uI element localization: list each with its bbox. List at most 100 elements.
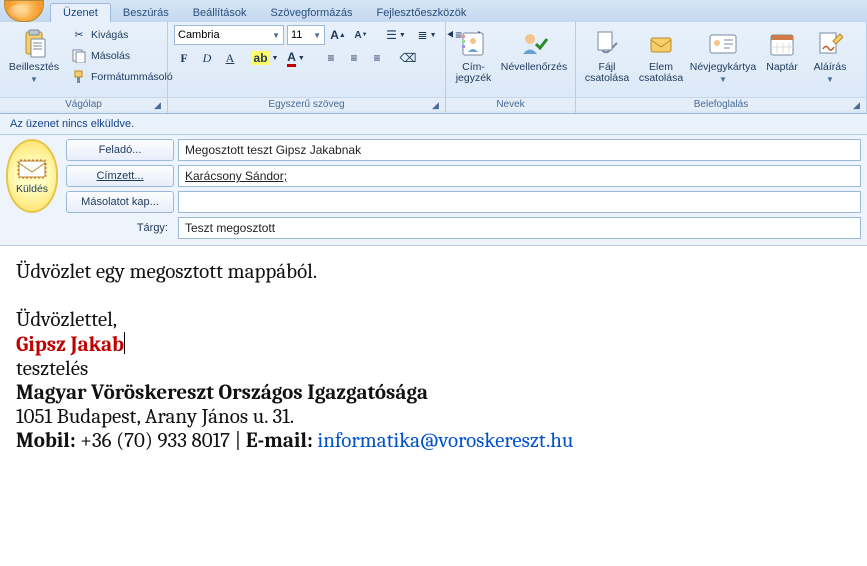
- align-center-button[interactable]: ≡: [344, 48, 364, 68]
- align-center-icon: ≡: [350, 51, 357, 65]
- message-header: Küldés Feladó... Megosztott teszt Gipsz …: [0, 135, 867, 246]
- ribbon: Beillesztés ▼ ✂ Kivágás Másolás: [0, 22, 867, 114]
- cc-button-label: Másolatot kap...: [81, 196, 159, 208]
- cut-button[interactable]: ✂ Kivágás: [66, 25, 178, 45]
- signature-role: tesztelés: [16, 357, 851, 381]
- numbering-icon: ≣: [418, 28, 428, 42]
- group-names-title: Nevek: [446, 97, 575, 111]
- to-value: Karácsony Sándor;: [185, 169, 287, 183]
- signature-button[interactable]: Aláírás ▼: [808, 25, 852, 85]
- from-button-label: Feladó...: [99, 144, 142, 156]
- align-right-button[interactable]: ≡: [367, 48, 387, 68]
- bullets-icon: ☰: [386, 28, 397, 42]
- font-color-button[interactable]: A▼: [282, 48, 310, 68]
- signature-org: Magyar Vöröskereszt Országos Igazgatóság…: [16, 381, 851, 405]
- brush-icon: [71, 69, 87, 85]
- check-names-button[interactable]: Névellenőrzés: [499, 25, 569, 74]
- paste-label: Beillesztés: [9, 62, 59, 73]
- bold-button[interactable]: F: [174, 48, 194, 68]
- align-right-icon: ≡: [373, 51, 380, 65]
- calendar-button[interactable]: Naptár: [760, 25, 804, 74]
- tab-developer[interactable]: Fejlesztőeszközök: [364, 4, 478, 22]
- attach-item-label: Elem csatolása: [639, 62, 683, 84]
- send-button[interactable]: Küldés: [6, 139, 58, 213]
- format-painter-label: Formátummásoló: [91, 71, 173, 83]
- paste-icon: [18, 28, 50, 60]
- underline-button[interactable]: A: [220, 48, 240, 68]
- subject-field[interactable]: Teszt megosztott: [178, 217, 861, 239]
- chevron-down-icon: ▼: [826, 75, 834, 84]
- address-book-icon: [458, 28, 490, 60]
- business-card-icon: [707, 28, 739, 60]
- copy-button[interactable]: Másolás: [66, 46, 178, 66]
- align-left-button[interactable]: ≡: [321, 48, 341, 68]
- chevron-down-icon: ▼: [313, 31, 321, 40]
- scissors-icon: ✂: [71, 27, 87, 43]
- cut-label: Kivágás: [91, 29, 128, 41]
- ribbon-tabs: Üzenet Beszúrás Beállítások Szövegformáz…: [50, 0, 478, 22]
- basic-text-dialog-launcher[interactable]: ◢: [432, 100, 442, 110]
- attach-file-button[interactable]: Fájl csatolása: [582, 25, 632, 85]
- font-size-combo[interactable]: 11 ▼: [287, 25, 325, 45]
- group-include-title: Belefoglalás: [576, 97, 866, 111]
- grow-font-button[interactable]: A▲: [328, 25, 348, 45]
- chevron-down-icon: ▼: [719, 75, 727, 84]
- chevron-down-icon: ▼: [272, 31, 280, 40]
- check-names-label: Névellenőrzés: [501, 62, 568, 73]
- tab-options[interactable]: Beállítások: [181, 4, 259, 22]
- chevron-down-icon: ▼: [30, 75, 38, 84]
- signature-address: 1051 Budapest, Arany János u. 31.: [16, 405, 851, 429]
- cc-button[interactable]: Másolatot kap...: [66, 191, 174, 213]
- font-color-icon: A: [287, 50, 296, 67]
- signature-name: Gipsz Jakab: [16, 333, 124, 357]
- mobile-label: Mobil:: [16, 429, 76, 453]
- business-card-button[interactable]: Névjegykártya ▼: [690, 25, 756, 85]
- paste-button[interactable]: Beillesztés ▼: [6, 25, 62, 85]
- office-button[interactable]: [4, 0, 44, 22]
- clipboard-dialog-launcher[interactable]: ◢: [154, 100, 164, 110]
- mobile-value: +36 (70) 933 8017 |: [76, 429, 246, 453]
- copy-icon: [71, 48, 87, 64]
- from-field[interactable]: Megosztott teszt Gipsz Jakabnak: [178, 139, 861, 161]
- bullets-button[interactable]: ☰▼: [382, 25, 410, 45]
- business-card-label: Névjegykártya: [690, 62, 757, 73]
- cc-field[interactable]: [178, 191, 861, 213]
- info-bar: Az üzenet nincs elküldve.: [0, 114, 867, 135]
- align-left-icon: ≡: [327, 51, 334, 65]
- address-book-button[interactable]: Cím-jegyzék: [452, 25, 495, 85]
- attach-file-label: Fájl csatolása: [585, 62, 629, 84]
- clear-formatting-button[interactable]: ⌫: [398, 48, 418, 68]
- group-clipboard-title: Vágólap: [0, 97, 167, 111]
- attach-item-button[interactable]: Elem csatolása: [636, 25, 686, 85]
- message-body[interactable]: Üdvözlet egy megosztott mappából. Üdvözl…: [0, 246, 867, 566]
- subject-value: Teszt megosztott: [185, 221, 275, 235]
- font-name-combo[interactable]: Cambria ▼: [174, 25, 284, 45]
- send-label: Küldés: [16, 183, 48, 195]
- format-painter-button[interactable]: Formátummásoló: [66, 67, 178, 87]
- calendar-label: Naptár: [766, 62, 798, 73]
- font-name-value: Cambria: [178, 29, 220, 41]
- address-book-label: Cím-jegyzék: [455, 62, 492, 84]
- tab-format[interactable]: Szövegformázás: [259, 4, 365, 22]
- paperclip-icon: [591, 28, 623, 60]
- signature-label: Aláírás: [814, 62, 847, 73]
- tab-insert[interactable]: Beszúrás: [111, 4, 181, 22]
- signature-contact: Mobil: +36 (70) 933 8017 | E-mail: infor…: [16, 429, 851, 453]
- body-closing: Üdvözlettel,: [16, 308, 851, 332]
- to-field[interactable]: Karácsony Sándor;: [178, 165, 861, 187]
- signature-icon: [814, 28, 846, 60]
- to-button[interactable]: Címzett...: [66, 165, 174, 187]
- shrink-font-button[interactable]: A▼: [351, 25, 371, 45]
- subject-label: Tárgy:: [66, 222, 174, 234]
- highlight-button[interactable]: ab▼: [251, 48, 279, 68]
- tab-message[interactable]: Üzenet: [50, 3, 111, 22]
- italic-button[interactable]: D: [197, 48, 217, 68]
- group-names: Cím-jegyzék Névellenőrzés Nevek: [446, 22, 576, 113]
- copy-label: Másolás: [91, 50, 130, 62]
- email-label: E-mail:: [246, 429, 313, 453]
- email-link[interactable]: informatika@voroskereszt.hu: [313, 429, 574, 453]
- highlight-icon: ab: [252, 51, 270, 65]
- from-button[interactable]: Feladó...: [66, 139, 174, 161]
- numbering-button[interactable]: ≣▼: [413, 25, 441, 45]
- include-dialog-launcher[interactable]: ◢: [853, 100, 863, 110]
